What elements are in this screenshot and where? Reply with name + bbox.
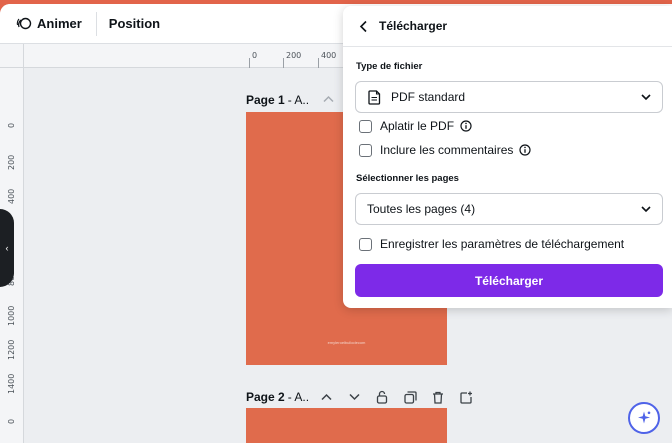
chevron-down-icon	[641, 94, 651, 101]
position-button[interactable]: Position	[109, 16, 160, 31]
ruler-tick: 1400	[7, 373, 16, 394]
ruler-tick: 400	[321, 51, 337, 60]
flatten-pdf-checkbox[interactable]	[359, 119, 372, 133]
ruler-tick: 200	[286, 51, 302, 60]
magic-assistant-button[interactable]	[628, 402, 660, 434]
ruler-tick: 400	[7, 188, 16, 204]
pages-value: Toutes les pages (4)	[367, 202, 476, 216]
magic-icon	[638, 411, 651, 424]
save-settings-checkbox[interactable]	[359, 237, 372, 251]
chevron-up-icon[interactable]	[323, 94, 334, 106]
download-button[interactable]: Télécharger	[355, 264, 663, 297]
toolbar-divider	[95, 11, 97, 36]
duplicate-icon[interactable]	[401, 388, 419, 406]
ruler-tick: 200	[7, 154, 16, 170]
flatten-pdf-label: Aplatir le PDF	[380, 119, 455, 133]
include-comments-checkbox[interactable]	[359, 143, 372, 157]
save-settings-option[interactable]: Enregistrer les paramètres de télécharge…	[359, 237, 624, 251]
flatten-pdf-option[interactable]: Aplatir le PDF	[359, 119, 472, 133]
add-page-icon[interactable]	[457, 388, 475, 406]
file-type-select[interactable]: PDF standard	[355, 81, 663, 113]
pages-select[interactable]: Toutes les pages (4)	[355, 193, 663, 225]
include-comments-label: Inclure les commentaires	[380, 143, 514, 157]
side-panel-toggle[interactable]: ‹	[0, 209, 14, 287]
include-comments-option[interactable]: Inclure les commentaires	[359, 143, 531, 157]
info-icon[interactable]	[460, 120, 472, 132]
page-subtitle[interactable]: - A..	[288, 93, 309, 107]
card-footer: emyleroelbullodecom	[327, 340, 366, 345]
pdf-file-icon	[368, 89, 381, 105]
download-panel: Télécharger Type de fichier PDF standard…	[343, 6, 672, 308]
chevron-left-icon: ‹	[5, 243, 9, 253]
lock-icon[interactable]	[373, 388, 391, 406]
back-icon	[359, 20, 367, 32]
animate-button[interactable]: Animer	[16, 16, 82, 32]
chevron-down-icon[interactable]	[345, 388, 363, 406]
page-title: Page 2	[246, 390, 285, 404]
ruler-tick: 1000	[7, 305, 16, 326]
file-type-label: Type de fichier	[356, 61, 423, 72]
info-icon[interactable]	[519, 144, 531, 156]
chevron-up-icon[interactable]	[317, 388, 335, 406]
page-2-canvas[interactable]	[246, 408, 447, 443]
ruler-tick: 0	[252, 51, 258, 60]
ruler-corner	[0, 44, 24, 68]
chevron-down-icon	[641, 206, 651, 213]
back-button[interactable]	[353, 16, 373, 36]
save-settings-label: Enregistrer les paramètres de télécharge…	[380, 237, 625, 251]
ruler-tick: 0	[7, 418, 16, 424]
animate-icon	[16, 17, 32, 29]
file-type-value: PDF standard	[391, 90, 466, 104]
position-label: Position	[108, 16, 161, 31]
trash-icon[interactable]	[429, 388, 447, 406]
select-pages-label: Sélectionner les pages	[356, 173, 459, 184]
page-2-header: Page 2 - A..	[246, 388, 475, 406]
ruler-tick: 0	[7, 122, 16, 128]
page-title: Page 1	[246, 93, 285, 107]
page-1-header: Page 1 - A..	[246, 93, 334, 107]
ruler-tick: 1200	[7, 339, 16, 360]
panel-header: Télécharger	[343, 6, 672, 47]
page-subtitle[interactable]: - A..	[288, 390, 309, 404]
panel-title: Télécharger	[379, 19, 448, 33]
animate-label: Animer	[37, 16, 82, 31]
